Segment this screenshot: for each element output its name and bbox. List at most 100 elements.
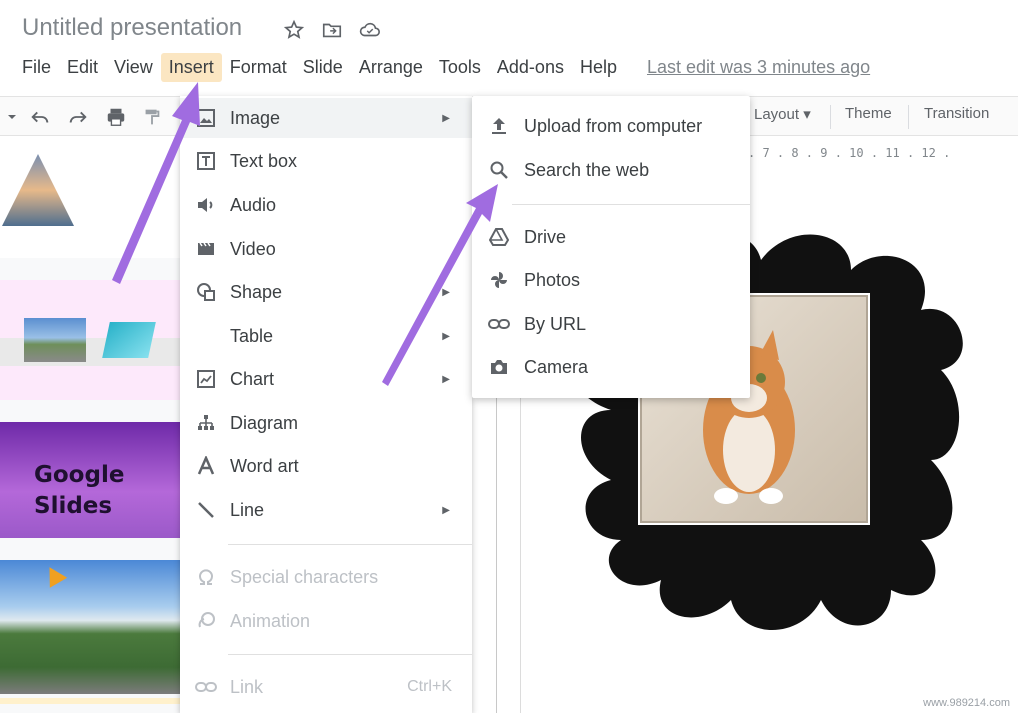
submenu-arrow-icon: ▶ (442, 286, 450, 298)
menu-item-label: Word art (230, 455, 299, 476)
toolbar-dropdown-icon[interactable] (0, 105, 24, 129)
submenu-item-photos[interactable]: Photos (472, 260, 750, 300)
document-title[interactable]: Untitled presentation (22, 14, 242, 42)
layout-label: Layout (754, 106, 800, 123)
print-icon[interactable] (104, 105, 128, 129)
slides-app: Untitled presentation File Edit View Ins… (0, 0, 1018, 713)
menu-separator (228, 544, 472, 545)
menu-slide[interactable]: Slide (295, 53, 351, 82)
submenu-item-label: By URL (524, 313, 587, 334)
menu-insert[interactable]: Insert (160, 52, 222, 82)
shape-icon (194, 280, 218, 304)
insert-menu: Image ▶ Text box Audio Video Shape ▶ Tab… (180, 96, 472, 713)
omega-icon (194, 565, 218, 589)
menu-arrange[interactable]: Arrange (351, 53, 431, 82)
undo-icon[interactable] (28, 105, 52, 129)
chart-icon (194, 367, 218, 391)
redo-icon[interactable] (66, 105, 90, 129)
menu-item-shape[interactable]: Shape ▶ (180, 272, 472, 312)
slide-thumbnail[interactable] (0, 560, 180, 694)
menu-item-label: Video (230, 238, 276, 259)
slide-filmstrip: Google Slides (0, 138, 180, 713)
menu-item-video[interactable]: Video (180, 229, 472, 269)
menu-item-label: Line (230, 499, 265, 520)
upload-icon (486, 113, 512, 139)
folder-move-icon[interactable] (320, 18, 344, 42)
menu-item-chart[interactable]: Chart ▶ (180, 359, 472, 399)
link-icon (194, 675, 218, 699)
submenu-arrow-icon: ▶ (442, 373, 450, 385)
menu-item-label: Image (230, 107, 281, 128)
submenu-item-camera[interactable]: Camera (472, 347, 750, 387)
menu-item-label: Diagram (230, 412, 299, 433)
menu-item-line[interactable]: Line ▶ (180, 490, 472, 530)
camera-icon (486, 354, 512, 380)
menu-bar: File Edit View Insert Format Slide Arran… (14, 52, 876, 82)
menu-add-ons[interactable]: Add-ons (489, 53, 572, 82)
menu-item-word-art[interactable]: Word art (180, 446, 472, 486)
submenu-item-label: Search the web (524, 159, 650, 180)
video-icon (194, 237, 218, 261)
triangle-graphic (2, 154, 74, 226)
word-art-icon (194, 454, 218, 478)
transition-button[interactable]: Transition (924, 105, 989, 122)
audio-icon (194, 193, 218, 217)
submenu-arrow-icon: ▶ (442, 330, 450, 342)
submenu-item-label: Upload from computer (524, 115, 703, 136)
shortcut-label: Ctrl+K (407, 678, 452, 695)
title-icons (282, 18, 382, 42)
menu-item-text-box[interactable]: Text box (180, 141, 472, 181)
thumbnail-title-line2: Slides (34, 493, 113, 519)
thumbnail-title: Google Slides (34, 460, 124, 522)
landscape-image (24, 318, 86, 362)
link-icon (486, 311, 512, 337)
paint-format-icon[interactable] (140, 105, 164, 129)
menu-item-label: Chart (230, 368, 275, 389)
toolbar-divider (908, 105, 909, 129)
menu-help[interactable]: Help (572, 53, 625, 82)
menu-item-special-characters[interactable]: Special characters (180, 557, 472, 597)
menu-item-table[interactable]: Table ▶ (180, 316, 472, 356)
menu-item-image[interactable]: Image ▶ (180, 98, 472, 138)
image-icon (194, 106, 218, 130)
cyan-image (102, 322, 156, 358)
menu-view[interactable]: View (106, 53, 161, 82)
cloud-saved-icon[interactable] (358, 18, 382, 42)
menu-item-label: Audio (230, 194, 277, 215)
menu-file[interactable]: File (14, 53, 59, 82)
submenu-arrow-icon: ▶ (442, 112, 450, 124)
menu-item-animation[interactable]: Animation (180, 601, 472, 641)
image-submenu: Upload from computer Search the web Driv… (472, 96, 750, 398)
last-edit-link[interactable]: Last edit was 3 minutes ago (641, 53, 876, 82)
thumbnail-border (0, 698, 180, 704)
search-icon (486, 157, 512, 183)
menu-tools[interactable]: Tools (431, 53, 489, 82)
submenu-item-drive[interactable]: Drive (472, 217, 750, 257)
layout-button[interactable]: Layout ▾ (754, 105, 811, 123)
menu-item-label: Shape (230, 281, 283, 302)
slide-thumbnail[interactable] (0, 280, 180, 400)
submenu-item-by-url[interactable]: By URL (472, 304, 750, 344)
menu-item-label: Link (230, 676, 264, 697)
submenu-item-upload[interactable]: Upload from computer (472, 106, 750, 146)
diagram-icon (194, 411, 218, 435)
slide-thumbnail[interactable] (0, 138, 180, 258)
star-icon[interactable] (282, 18, 306, 42)
menu-item-link[interactable]: Link Ctrl+K (180, 667, 472, 707)
photos-pinwheel-icon (486, 267, 512, 293)
drive-icon (486, 224, 512, 250)
submenu-item-search-web[interactable]: Search the web (472, 150, 750, 190)
menu-edit[interactable]: Edit (59, 53, 106, 82)
line-icon (194, 498, 218, 522)
menu-separator (512, 204, 750, 205)
watermark: www.989214.com (923, 697, 1010, 709)
slide-thumbnail[interactable]: Google Slides (0, 422, 180, 538)
menu-format[interactable]: Format (222, 53, 295, 82)
toolbar-divider (830, 105, 831, 129)
theme-button[interactable]: Theme (845, 105, 892, 122)
menu-item-audio[interactable]: Audio (180, 185, 472, 225)
menu-item-diagram[interactable]: Diagram (180, 403, 472, 443)
text-box-icon (194, 149, 218, 173)
submenu-item-label: Camera (524, 356, 589, 377)
thumbnail-title-line1: Google (34, 462, 125, 488)
